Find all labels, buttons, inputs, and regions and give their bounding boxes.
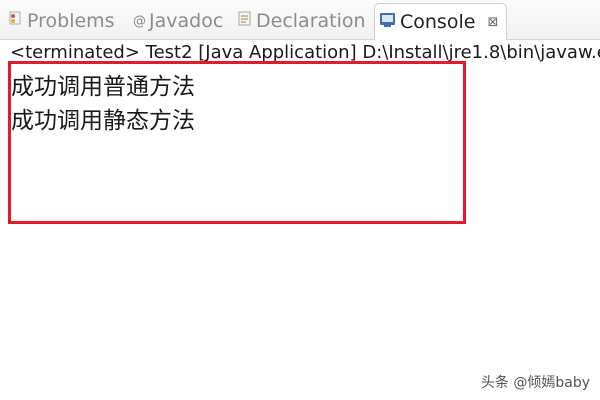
highlight-box [8,61,466,224]
tab-problems-label: Problems [27,10,115,32]
tab-console[interactable]: Console ⊠ [374,3,508,40]
tab-console-label: Console [400,11,476,33]
tab-javadoc-label: Javadoc [149,10,224,32]
tab-problems[interactable]: Problems [8,5,115,37]
close-icon[interactable]: ⊠ [487,15,498,30]
declaration-icon [237,10,253,33]
watermark: 头条 @倾嫣baby [480,375,590,391]
problems-icon [8,10,24,33]
tab-declaration-label: Declaration [256,10,366,32]
tab-javadoc[interactable]: @ Javadoc [133,5,223,37]
view-tab-bar: Problems @ Javadoc Declaration Console ⊠ [0,0,600,40]
console-icon [379,11,397,34]
console-status-line: <terminated> Test2 [Java Application] D:… [10,42,600,63]
tab-declaration[interactable]: Declaration [237,5,366,37]
javadoc-icon: @ [133,13,146,29]
